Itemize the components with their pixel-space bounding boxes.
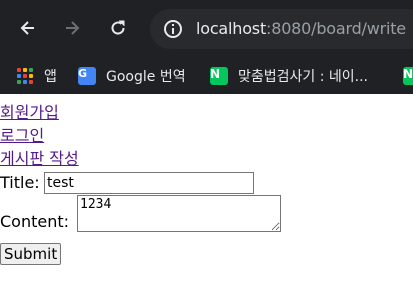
naver-icon: N [210, 67, 228, 85]
site-info-icon[interactable] [162, 18, 184, 40]
address-bar[interactable]: localhost:8080/board/write [150, 9, 413, 49]
page-content: 회원가입 로그인 게시판 작성 Title: Content: 1234 [0, 103, 413, 235]
title-label: Title: [0, 173, 40, 192]
google-translate-icon: G [78, 67, 96, 85]
forward-arrow-icon [66, 21, 80, 35]
bookmark-label: 앱 [44, 69, 57, 85]
title-input[interactable] [44, 172, 254, 194]
apps-grid-icon [16, 67, 34, 85]
bookmarks-bar: 앱 G Google 번역 N 맞춤법검사기 : 네이... N [0, 58, 413, 94]
reload-icon [111, 20, 125, 35]
bookmark-naver-2[interactable]: N [403, 66, 413, 86]
back-button[interactable] [15, 15, 41, 41]
bookmark-apps[interactable]: 앱 [16, 66, 57, 86]
title-row: Title: [0, 172, 413, 195]
browser-toolbar: localhost:8080/board/write [0, 0, 413, 58]
naver-icon: N [403, 67, 413, 85]
submit-button[interactable]: Submit [0, 243, 62, 265]
content-row: Content: 1234 [0, 195, 413, 235]
content-textarea[interactable]: 1234 [77, 195, 281, 232]
bookmark-naver-spellcheck[interactable]: N 맞춤법검사기 : 네이... [210, 66, 368, 86]
content-label: Content: [0, 212, 70, 231]
board-write-link[interactable]: 게시판 작성 [0, 149, 413, 172]
back-arrow-icon [20, 21, 34, 35]
bookmark-label: 맞춤법검사기 : 네이... [238, 69, 369, 85]
url-text: localhost:8080/board/write [196, 19, 406, 38]
forward-button[interactable] [59, 15, 85, 41]
login-link[interactable]: 로그인 [0, 126, 413, 149]
url-host: localhost [196, 19, 267, 38]
reload-button[interactable] [105, 15, 131, 41]
bookmark-google-translate[interactable]: G Google 번역 [78, 66, 186, 86]
signup-link[interactable]: 회원가입 [0, 103, 413, 126]
bookmark-label: Google 번역 [106, 69, 186, 85]
url-path: :8080/board/write [266, 19, 406, 38]
